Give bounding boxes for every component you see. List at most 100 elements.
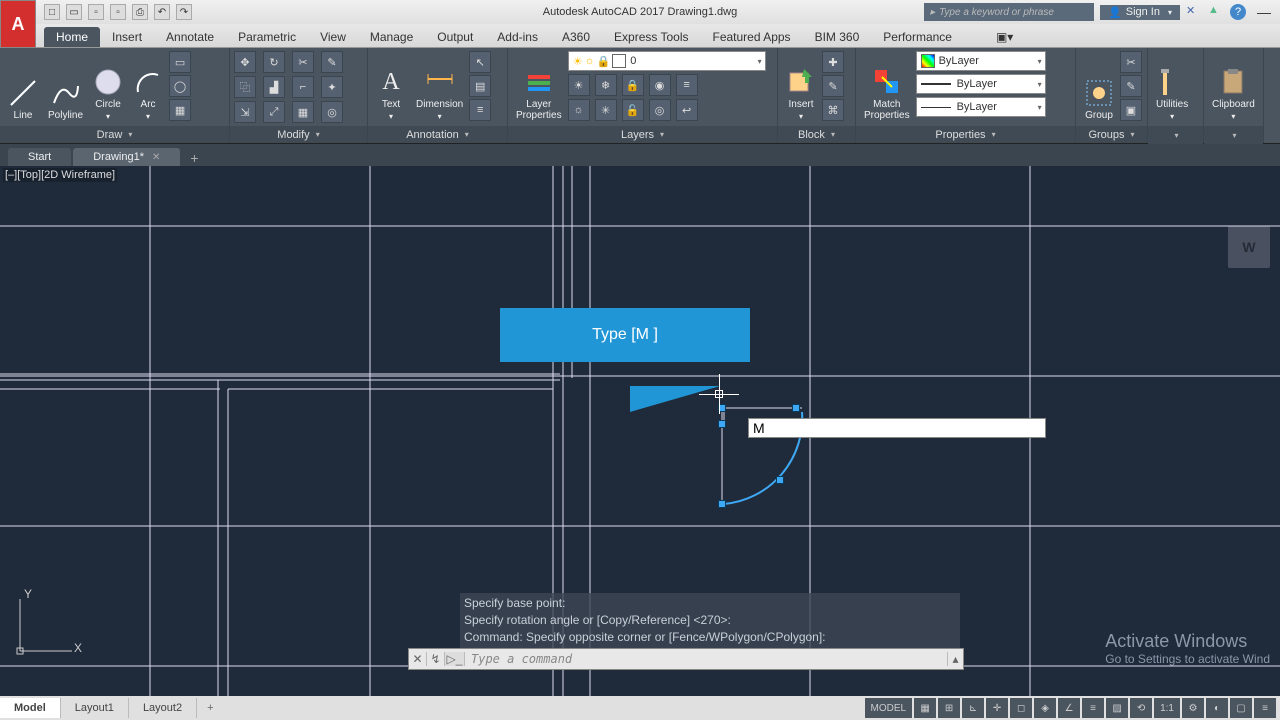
tab-annotate[interactable]: Annotate — [154, 27, 226, 47]
status-gear-icon[interactable]: ⚙ — [1182, 698, 1204, 718]
status-model[interactable]: MODEL — [865, 698, 913, 718]
status-annoscale[interactable]: 1:1 — [1154, 698, 1180, 718]
tab-layout2[interactable]: Layout2 — [129, 698, 197, 718]
mtext-icon[interactable]: ≡ — [469, 99, 491, 121]
layer-dropdown[interactable]: ☀☼🔒0 — [568, 51, 766, 71]
panel-utilities-title[interactable] — [1148, 126, 1203, 144]
save-icon[interactable]: ▫ — [88, 4, 104, 20]
edit-block-icon[interactable]: ✎ — [822, 75, 844, 97]
lineweight-dropdown[interactable]: ByLayer — [916, 74, 1046, 94]
status-osnap-icon[interactable]: ◻ — [1010, 698, 1032, 718]
rotate-icon[interactable]: ↻ — [263, 51, 285, 73]
panel-layers-title[interactable]: Layers — [508, 126, 777, 143]
move-icon[interactable]: ✥ — [234, 51, 256, 73]
status-transparency-icon[interactable]: ▨ — [1106, 698, 1128, 718]
status-snap-icon[interactable]: ⊞ — [938, 698, 960, 718]
exchange-icon[interactable]: ✕ — [1186, 4, 1202, 20]
stretch-icon[interactable]: ⇲ — [234, 101, 256, 123]
status-polar-icon[interactable]: ✛ — [986, 698, 1008, 718]
group-bbox-icon[interactable]: ▣ — [1120, 99, 1142, 121]
ellipse-icon[interactable]: ◯ — [169, 75, 191, 97]
cmdline-input[interactable]: Type a command — [465, 652, 947, 666]
app-icon[interactable]: ▲ — [1208, 4, 1224, 20]
doctab-add-button[interactable]: + — [182, 150, 206, 166]
signin-button[interactable]: 👤Sign In▾ — [1100, 5, 1180, 20]
array-icon[interactable]: ▦ — [292, 101, 314, 123]
fillet-icon[interactable]: ⌐ — [292, 76, 314, 98]
utilities-button[interactable]: Utilities▾ — [1152, 51, 1192, 123]
ribbon-toggle-icon[interactable]: ▣▾ — [984, 27, 1025, 47]
dynamic-input[interactable] — [748, 418, 1046, 438]
color-dropdown[interactable]: ByLayer — [916, 51, 1046, 71]
tab-output[interactable]: Output — [425, 27, 485, 47]
ungroup-icon[interactable]: ✂ — [1120, 51, 1142, 73]
tab-manage[interactable]: Manage — [358, 27, 425, 47]
search-input[interactable]: ▸Type a keyword or phrase — [924, 3, 1094, 21]
doctab-start[interactable]: Start — [8, 148, 71, 166]
insert-button[interactable]: Insert▾ — [782, 51, 820, 123]
minimize-button[interactable]: — — [1252, 4, 1276, 20]
cmdline-customize-icon[interactable]: ↯ — [427, 652, 445, 666]
tab-parametric[interactable]: Parametric — [226, 27, 308, 47]
help-icon[interactable]: ? — [1230, 4, 1246, 20]
panel-draw-title[interactable]: Draw — [0, 126, 229, 143]
status-clean-icon[interactable]: ▢ — [1230, 698, 1252, 718]
panel-properties-title[interactable]: Properties — [856, 126, 1075, 143]
command-line[interactable]: ✕ ↯ ▷_ Type a command ▴ — [408, 648, 964, 670]
circle-button[interactable]: Circle▾ — [89, 51, 127, 123]
arc-button[interactable]: Arc▾ — [129, 51, 167, 123]
tab-layout1[interactable]: Layout1 — [61, 698, 129, 718]
explode-icon[interactable]: ✦ — [321, 76, 343, 98]
tab-view[interactable]: View — [308, 27, 358, 47]
ucs-icon[interactable]: Y X — [10, 591, 80, 666]
layer-freeze-icon[interactable]: ❄ — [595, 74, 617, 96]
status-custom-icon[interactable]: ≡ — [1254, 698, 1276, 718]
mirror-icon[interactable]: ▟ — [263, 76, 285, 98]
table-icon[interactable]: ▤ — [469, 75, 491, 97]
cmdline-recent-icon[interactable]: ▴ — [947, 652, 963, 666]
drawing-canvas[interactable]: [–][Top][2D Wireframe] W — [0, 166, 1280, 696]
offset-icon[interactable]: ◎ — [321, 101, 343, 123]
undo-icon[interactable]: ↶ — [154, 4, 170, 20]
text-button[interactable]: AText▾ — [372, 51, 410, 123]
tab-performance[interactable]: Performance — [871, 27, 964, 47]
match-properties-button[interactable]: Match Properties — [860, 51, 914, 123]
layout-add-button[interactable]: + — [197, 702, 223, 714]
layer-lock-icon[interactable]: 🔒 — [622, 74, 644, 96]
tab-insert[interactable]: Insert — [100, 27, 154, 47]
clipboard-button[interactable]: Clipboard▾ — [1208, 51, 1259, 123]
layer-properties-button[interactable]: Layer Properties — [512, 51, 566, 123]
layer-match-icon[interactable]: ≡ — [676, 74, 698, 96]
cmdline-close-icon[interactable]: ✕ — [409, 652, 427, 666]
grip[interactable] — [718, 420, 726, 428]
tab-model[interactable]: Model — [0, 698, 61, 718]
new-icon[interactable]: □ — [44, 4, 60, 20]
linetype-dropdown[interactable]: ByLayer — [916, 97, 1046, 117]
status-cycle-icon[interactable]: ⟲ — [1130, 698, 1152, 718]
leader-icon[interactable]: ↖ — [469, 51, 491, 73]
tab-express[interactable]: Express Tools — [602, 27, 700, 47]
layer-on-icon[interactable]: ☼ — [568, 99, 590, 121]
status-otrack-icon[interactable]: ∠ — [1058, 698, 1080, 718]
open-icon[interactable]: ▭ — [66, 4, 82, 20]
group-edit-icon[interactable]: ✎ — [1120, 75, 1142, 97]
line-button[interactable]: Line — [4, 51, 42, 123]
plot-icon[interactable]: ⎙ — [132, 4, 148, 20]
grip[interactable] — [718, 500, 726, 508]
panel-clipboard-title[interactable] — [1204, 126, 1263, 144]
panel-modify-title[interactable]: Modify — [230, 126, 367, 143]
hatch-icon[interactable]: ▦ — [169, 99, 191, 121]
tab-addins[interactable]: Add-ins — [485, 27, 550, 47]
status-grid-icon[interactable]: ▦ — [914, 698, 936, 718]
create-block-icon[interactable]: ✚ — [822, 51, 844, 73]
app-logo[interactable]: A — [0, 0, 36, 48]
erase-icon[interactable]: ✎ — [321, 51, 343, 73]
layer-uniso-icon[interactable]: ◎ — [649, 99, 671, 121]
panel-groups-title[interactable]: Groups — [1076, 126, 1147, 143]
edit-attr-icon[interactable]: ⌘ — [822, 99, 844, 121]
scale-icon[interactable]: ⤢ — [263, 101, 285, 123]
tab-featured[interactable]: Featured Apps — [701, 27, 803, 47]
group-button[interactable]: Group — [1080, 51, 1118, 123]
status-iso-icon[interactable]: ◈ — [1034, 698, 1056, 718]
doctab-drawing1[interactable]: Drawing1*✕ — [73, 148, 180, 166]
